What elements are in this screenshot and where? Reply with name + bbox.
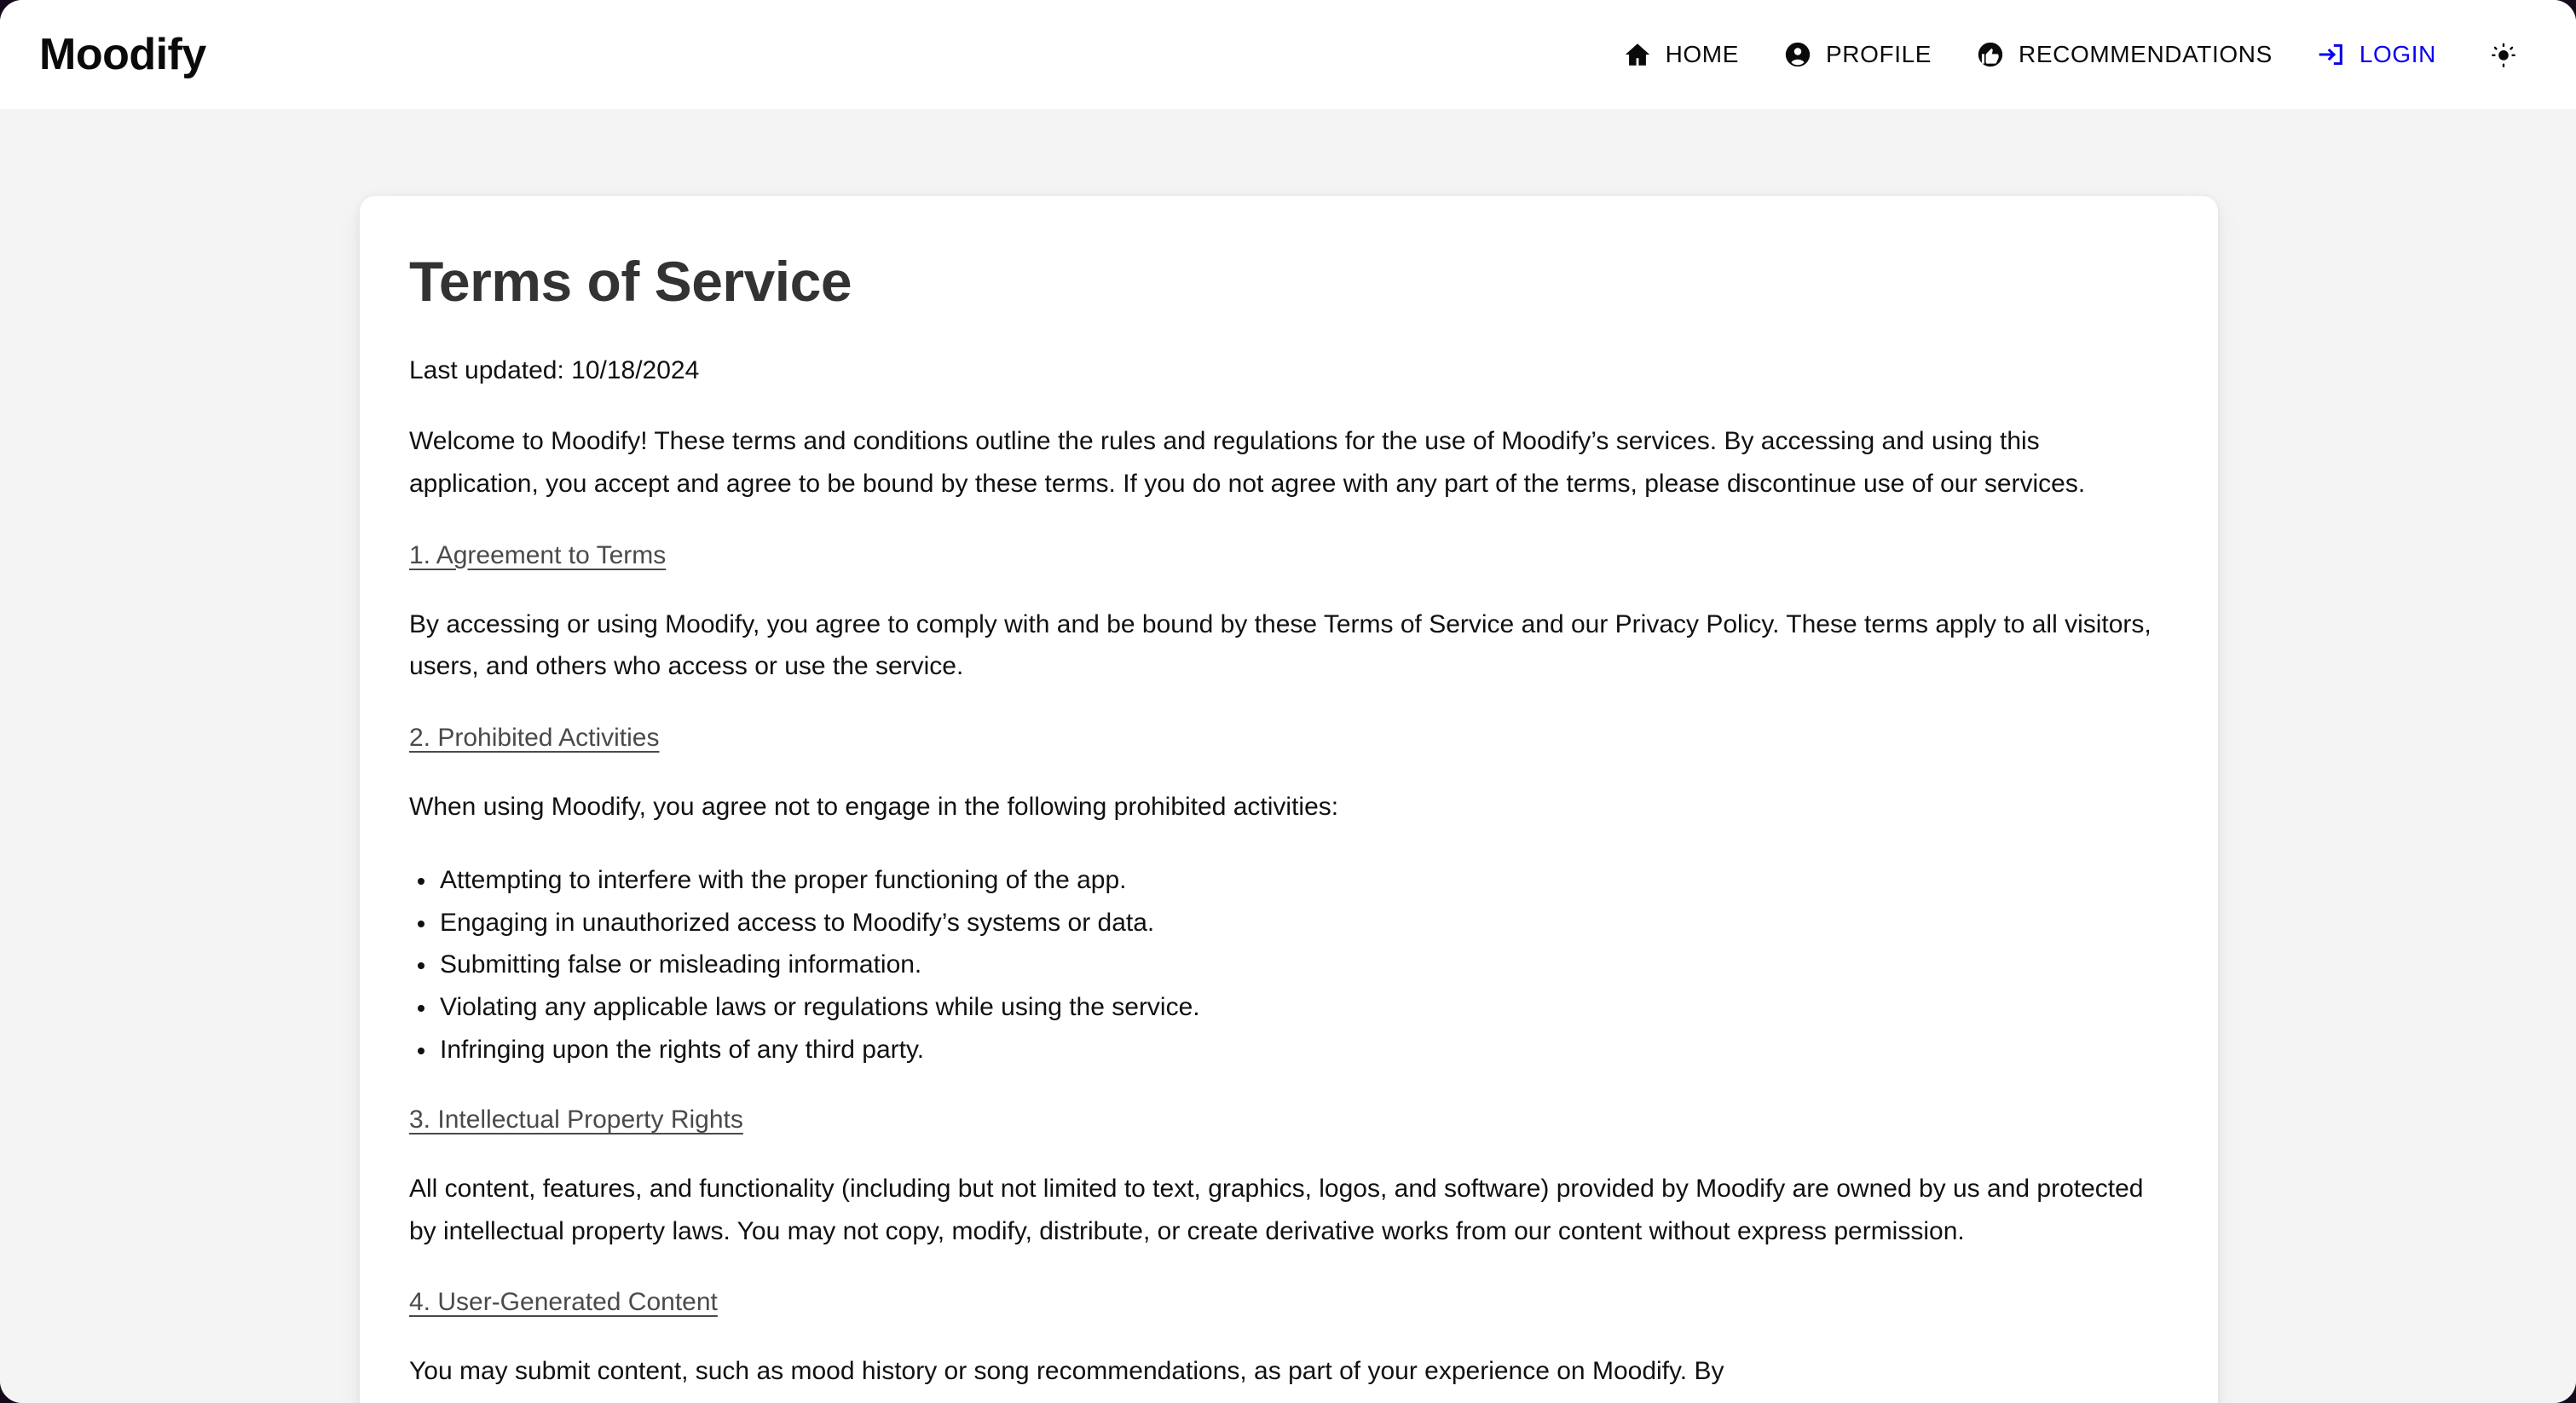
intro-paragraph: Welcome to Moodify! These terms and cond… [409, 420, 2165, 505]
nav-item-profile-label: PROFILE [1826, 41, 1932, 68]
nav-item-home-label: HOME [1666, 41, 1739, 68]
section-heading-1: 1. Agreement to Terms [409, 536, 2165, 574]
section-heading-4: 4. User-Generated Content [409, 1283, 2165, 1321]
nav-item-recommendations-label: RECOMMENDATIONS [2019, 41, 2273, 68]
nav-item-login-label: LOGIN [2359, 41, 2436, 68]
list-item: Submitting false or misleading informati… [409, 944, 2165, 986]
sun-icon [2489, 40, 2518, 69]
nav-item-profile[interactable]: PROFILE [1761, 32, 1954, 78]
account-circle-icon [1783, 40, 1812, 69]
list-item: Engaging in unauthorized access to Moodi… [409, 902, 2165, 944]
section-heading-2: 2. Prohibited Activities [409, 719, 2165, 757]
last-updated-text: Last updated: 10/18/2024 [409, 351, 2165, 390]
nav-item-login[interactable]: LOGIN [2295, 32, 2458, 78]
list-item: Attempting to interfere with the proper … [409, 859, 2165, 902]
nav-item-home[interactable]: HOME [1601, 32, 1761, 78]
terms-of-service-card: Terms of Service Last updated: 10/18/202… [360, 196, 2218, 1403]
page-shell: Moodify HOME PROFILE [0, 0, 2576, 1403]
home-icon [1623, 40, 1652, 69]
top-navbar: Moodify HOME PROFILE [0, 0, 2576, 109]
theme-toggle-button[interactable] [2477, 28, 2530, 81]
brand-logo[interactable]: Moodify [39, 32, 206, 77]
login-arrow-icon [2317, 40, 2346, 69]
page-body: Terms of Service Last updated: 10/18/202… [0, 109, 2576, 1403]
section-body-2: When using Moodify, you agree not to eng… [409, 786, 2165, 829]
section-body-3: All content, features, and functionality… [409, 1168, 2165, 1253]
section-body-1: By accessing or using Moodify, you agree… [409, 603, 2165, 689]
section-heading-3: 3. Intellectual Property Rights [409, 1100, 2165, 1139]
nav-item-recommendations[interactable]: RECOMMENDATIONS [1954, 32, 2295, 78]
thumb-up-circle-icon [1976, 40, 2005, 69]
prohibited-activities-list: Attempting to interfere with the proper … [409, 859, 2165, 1071]
list-item: Violating any applicable laws or regulat… [409, 986, 2165, 1029]
page-title: Terms of Service [409, 251, 2165, 314]
section-body-4: You may submit content, such as mood his… [409, 1350, 2165, 1393]
nav-links-group: HOME PROFILE RECOMMENDATIONS [1601, 28, 2530, 81]
list-item: Infringing upon the rights of any third … [409, 1029, 2165, 1071]
